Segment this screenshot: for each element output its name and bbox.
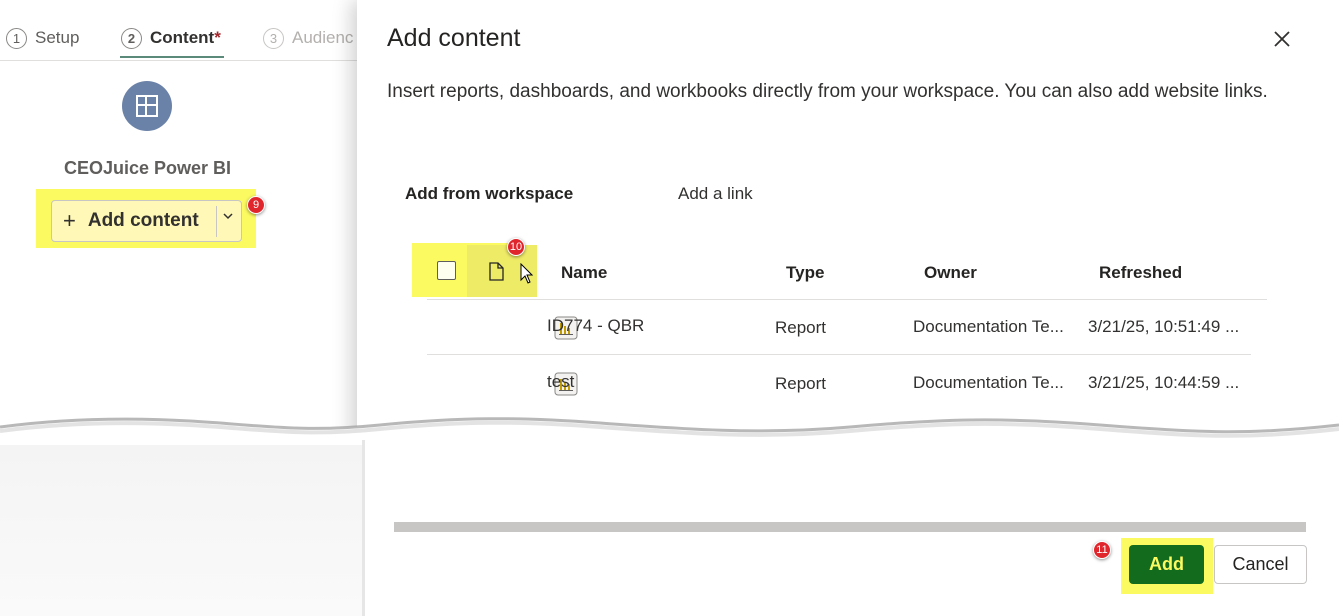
step-label: Audienc <box>292 28 354 47</box>
step-label: Setup <box>35 28 80 47</box>
horizontal-scrollbar[interactable] <box>394 522 1306 532</box>
button-divider <box>216 206 217 237</box>
step-content[interactable]: 2 Content * <box>121 26 221 50</box>
step-marker-9: 9 <box>247 196 265 214</box>
document-icon <box>489 262 504 286</box>
chevron-down-icon[interactable] <box>222 209 234 225</box>
mouse-cursor-icon <box>520 262 534 290</box>
dialog-edge <box>362 440 365 616</box>
dialog-description: Insert reports, dashboards, and workbook… <box>387 81 1268 102</box>
app-name: CEOJuice Power BI <box>63 158 232 178</box>
cell-owner: Documentation Te... <box>913 317 1064 336</box>
cell-refreshed: 3/21/25, 10:51:49 ... <box>1088 317 1240 336</box>
app-icon <box>122 81 172 131</box>
tab-add-a-link[interactable]: Add a link <box>678 184 753 204</box>
wizard-steps: 1 Setup 2 Content * 3 Audienc <box>0 0 400 61</box>
background-lower <box>0 445 364 616</box>
column-name[interactable]: Name <box>561 263 607 283</box>
tab-add-from-workspace[interactable]: Add from workspace <box>405 184 573 204</box>
cell-owner: Documentation Te... <box>913 373 1064 392</box>
active-step-underline <box>120 56 224 58</box>
add-content-label: Add content <box>87 210 199 231</box>
step-marker-11: 11 <box>1093 541 1111 559</box>
cell-type: Report <box>775 374 827 393</box>
add-content-button[interactable]: + Add content <box>51 200 242 242</box>
close-icon[interactable] <box>1269 26 1295 52</box>
step-audience[interactable]: 3 Audienc <box>263 26 353 50</box>
table-row[interactable]: test Report Documentation Te... 3/21/25,… <box>427 356 1267 411</box>
plus-icon: + <box>63 208 76 233</box>
cell-name: ID774 - QBR <box>547 316 645 335</box>
add-button[interactable]: Add <box>1129 545 1204 584</box>
column-owner[interactable]: Owner <box>924 263 977 283</box>
step-number: 3 <box>263 27 284 49</box>
step-setup[interactable]: 1 Setup <box>6 26 79 50</box>
column-refreshed[interactable]: Refreshed <box>1099 263 1182 283</box>
layout-icon <box>136 95 158 117</box>
row-divider <box>427 354 1251 355</box>
required-asterisk: * <box>214 28 221 47</box>
step-number: 1 <box>6 27 27 49</box>
step-number: 2 <box>121 27 142 49</box>
cell-name: test <box>547 372 575 391</box>
column-type[interactable]: Type <box>786 263 824 283</box>
cell-type: Report <box>775 318 827 337</box>
cancel-button[interactable]: Cancel <box>1214 545 1307 584</box>
select-all-checkbox[interactable] <box>437 261 456 280</box>
cell-refreshed: 3/21/25, 10:44:59 ... <box>1088 373 1240 392</box>
step-label: Content <box>150 28 215 47</box>
step-marker-10: 10 <box>507 238 525 256</box>
dialog-title: Add content <box>387 24 521 52</box>
table-row[interactable]: ID774 - QBR Report Documentation Te... 3… <box>427 300 1267 355</box>
